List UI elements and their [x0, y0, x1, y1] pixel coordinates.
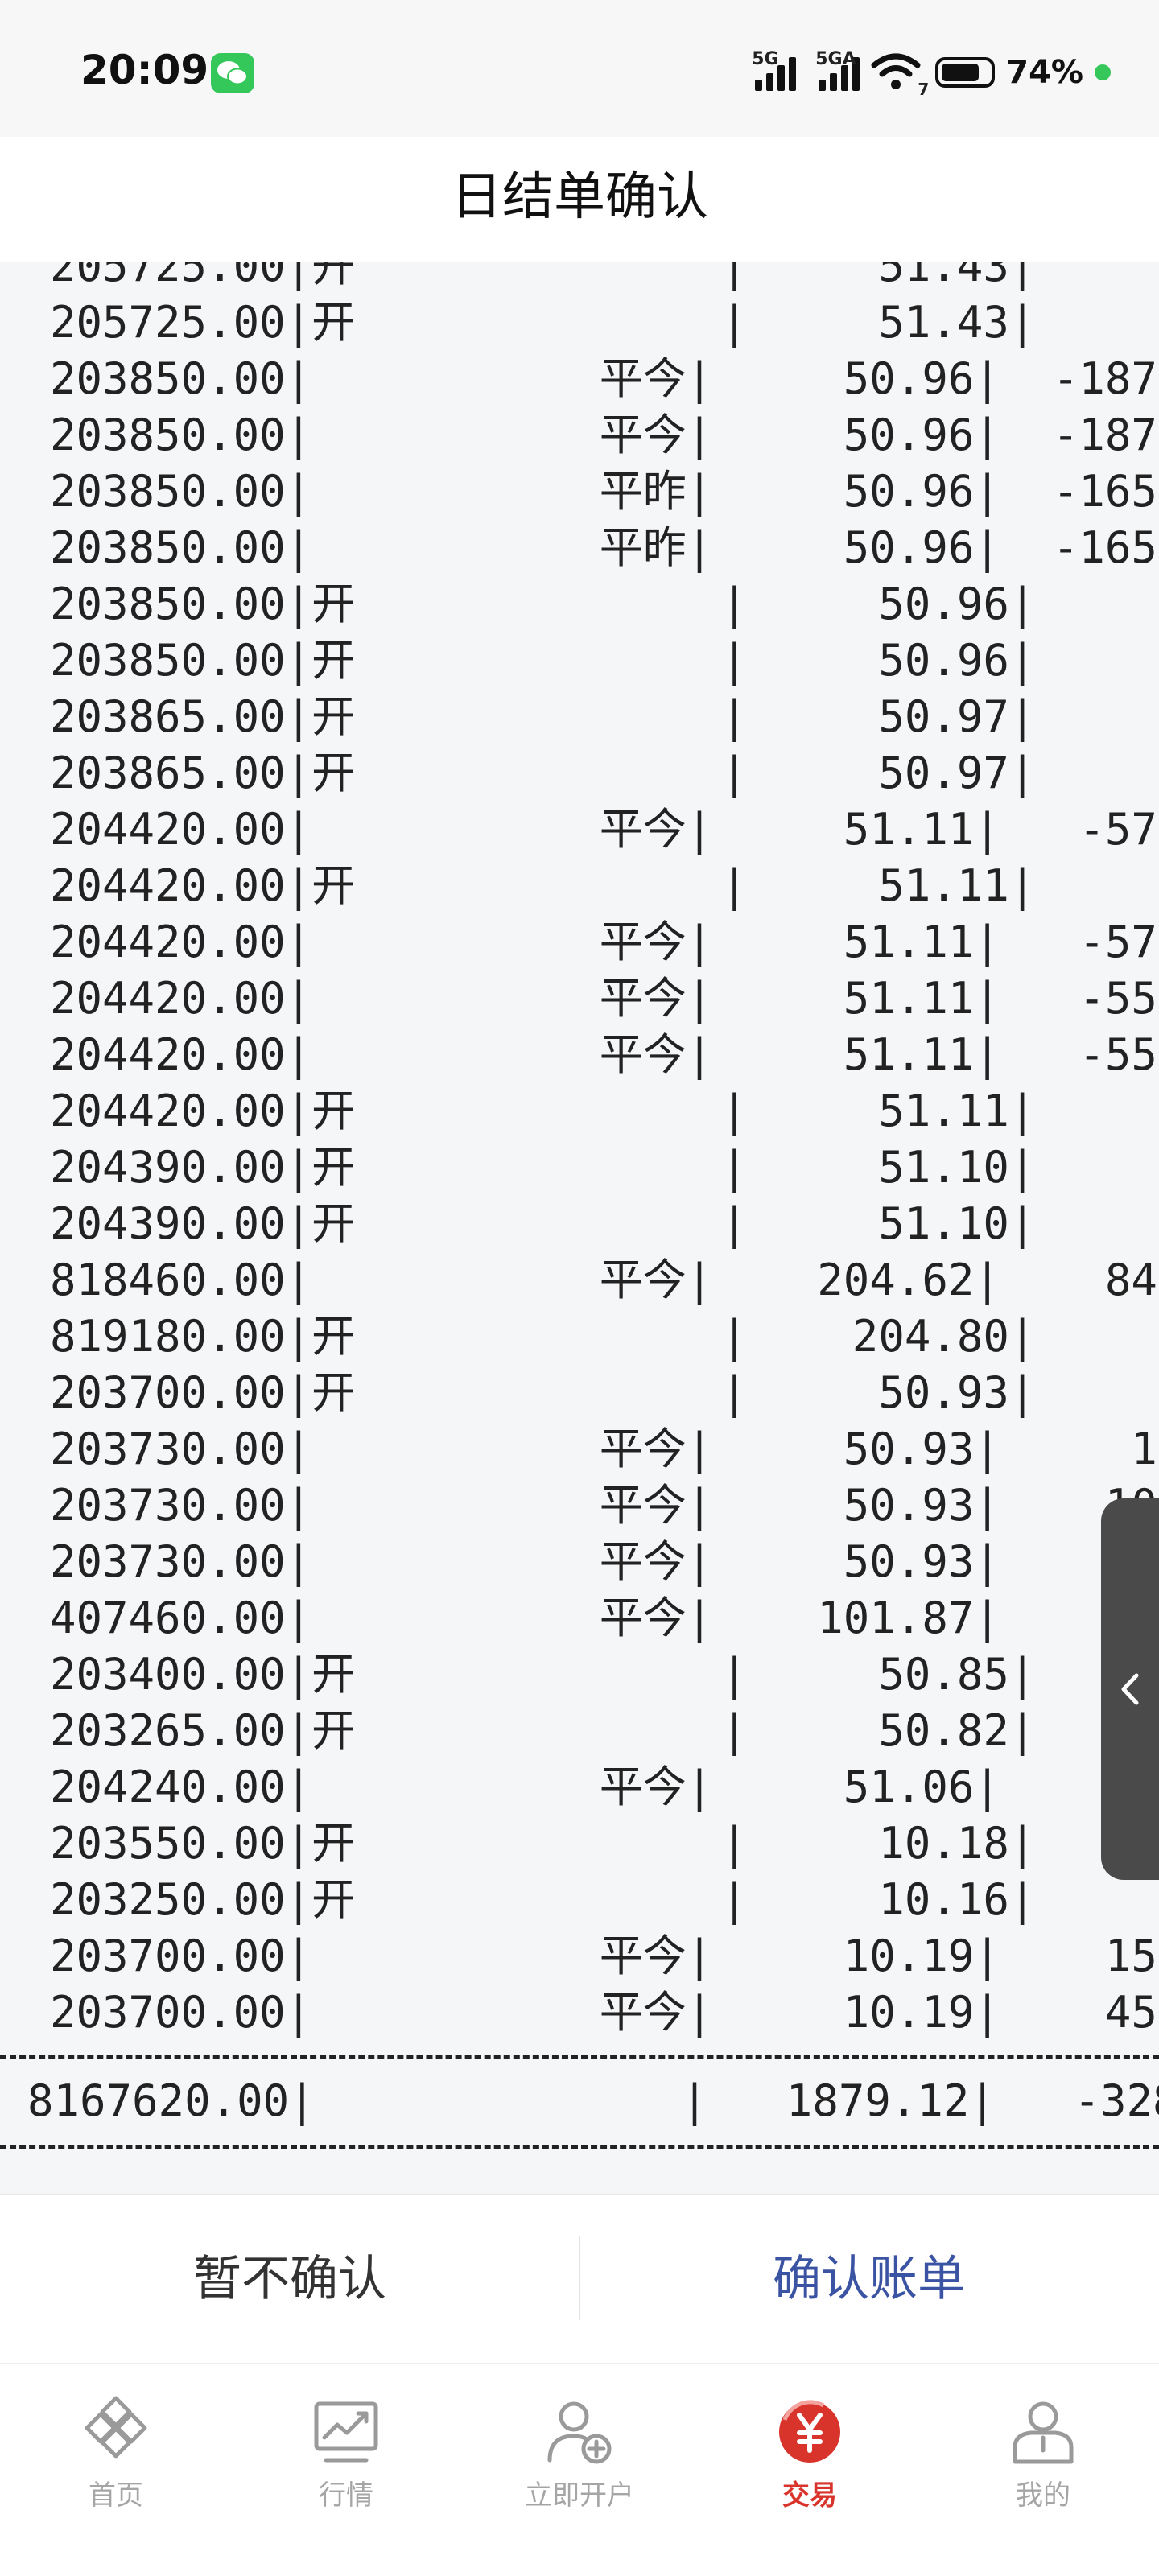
report-line: 204420.00| 平今| 51.11| -57 — [50, 917, 1157, 967]
tab-label: 立即开户 — [525, 2479, 634, 2512]
report-line: 203865.00|开 | 50.97| 0 — [50, 748, 1159, 798]
report-line: 819180.00|开 | 204.80| 0 — [50, 1311, 1159, 1362]
confirm-bill-button[interactable]: 确认账单 — [580, 2195, 1159, 2364]
report-line: 203550.00|开 | 10.18| — [50, 1818, 1036, 1869]
tab-label: 我的 — [1016, 2479, 1070, 2512]
settlement-report[interactable]: 205725.00|开 | 51.43| 0 205725.00|开 | 51.4… — [0, 262, 1159, 2194]
tab-label: 行情 — [319, 2479, 373, 2512]
wifi-icon: 7 — [871, 52, 929, 99]
report-line: 204420.00| 平今| 51.11| -57 — [50, 804, 1157, 855]
report-line: 203850.00|开 | 50.96| 0 — [50, 635, 1159, 686]
market-chart-icon — [314, 2401, 378, 2463]
tab-trade[interactable]: 交易 — [729, 2396, 890, 2516]
signal-icon: 5G — [752, 49, 797, 91]
report-line: 203250.00|开 | 10.16| 0 — [50, 1874, 1159, 1925]
page-title: 日结单确认 — [451, 167, 708, 227]
open-account-icon — [547, 2401, 612, 2464]
report-line: 203730.00| 平今| 50.93| 1 — [50, 1424, 1157, 1474]
network-label-1: 5G — [752, 49, 779, 69]
report-line: 203700.00| 平今| 10.19| 45 — [50, 1987, 1157, 2038]
report-line: 203730.00| 平今| 50.93| 10 — [50, 1480, 1157, 1531]
battery-icon — [935, 57, 996, 88]
tab-profile[interactable]: 我的 — [963, 2396, 1124, 2516]
report-line: 407460.00| 平今| 101.87| — [50, 1593, 1000, 1643]
report-line: 204420.00|开 | 51.11| 0 — [50, 1086, 1159, 1136]
privacy-indicator-dot — [1095, 64, 1111, 80]
battery-percent: 74% — [1006, 54, 1083, 91]
report-line: 203700.00|开 | 50.93| 0 — [50, 1367, 1159, 1418]
trade-yuan-icon — [779, 2400, 840, 2463]
report-line: 204390.00|开 | 51.10| 0 — [50, 1142, 1159, 1193]
report-line: 203700.00| 平今| 10.19| 15 — [50, 1931, 1157, 1981]
report-line: 205725.00|开 | 51.43| 0 — [50, 297, 1159, 348]
action-bar: 暂不确认 确认账单 — [0, 2194, 1159, 2364]
profile-icon — [1013, 2401, 1074, 2464]
report-line: 203850.00| 平昨| 50.96| -165 — [50, 466, 1157, 517]
report-line: 203850.00| 平今| 50.96| -187 — [50, 353, 1157, 404]
tab-market[interactable]: 行情 — [266, 2396, 427, 2516]
status-bar: 20:09 5G 5GA 7 74% — [0, 0, 1159, 137]
report-line: 204390.00|开 | 51.10| 0 — [50, 1198, 1159, 1249]
chevron-left-icon — [1121, 1673, 1139, 1705]
report-line: 203730.00| 平今| 50.93| — [50, 1536, 1000, 1587]
report-line: 204420.00|开 | 51.11| 0 — [50, 860, 1159, 911]
decline-button[interactable]: 暂不确认 — [0, 2195, 580, 2364]
report-divider — [0, 2055, 1159, 2059]
status-time: 20:09 — [80, 47, 209, 93]
wechat-icon — [211, 53, 254, 93]
network-label-2: 5GA — [815, 49, 856, 69]
home-icon — [85, 2396, 147, 2459]
signal-icon: 5GA — [815, 49, 860, 91]
report-line: 203265.00|开 | 50.82| — [50, 1705, 1036, 1756]
report-line: 205725.00|开 | 51.43| 0 — [50, 262, 1159, 291]
report-line: 203850.00|开 | 50.96| 0 — [50, 579, 1159, 629]
report-line: 203865.00|开 | 50.97| 0 — [50, 691, 1159, 742]
report-line: 204420.00| 平今| 51.11| -55 — [50, 1029, 1157, 1080]
report-line: 203850.00| 平昨| 50.96| -165 — [50, 522, 1157, 573]
report-line: 203400.00|开 | 50.85| — [50, 1649, 1036, 1700]
side-drawer-handle[interactable] — [1101, 1498, 1159, 1880]
report-divider — [0, 2145, 1159, 2149]
report-line: 204240.00| 平今| 51.06| — [50, 1762, 1000, 1812]
status-indicators: 5G 5GA 7 74% — [752, 48, 1111, 99]
report-line: 203850.00| 平今| 50.96| -187 — [50, 410, 1157, 460]
page-header: 日结单确认 — [0, 137, 1159, 262]
report-line: 204420.00| 平今| 51.11| -55 — [50, 973, 1157, 1024]
tab-home[interactable]: 首页 — [35, 2396, 196, 2516]
tab-open-account[interactable]: 立即开户 — [499, 2396, 660, 2516]
report-total-line: 8167620.00| | 1879.12| -3285 — [27, 2075, 1159, 2126]
report-line: 818460.00| 平今| 204.62| 84 — [50, 1255, 1157, 1305]
wifi-label: 7 — [918, 80, 930, 99]
tab-label: 交易 — [782, 2479, 837, 2512]
bottom-tab-bar: 首页 行情 立即开户 交易 我的 — [0, 2363, 1159, 2576]
tab-label: 首页 — [89, 2479, 143, 2512]
